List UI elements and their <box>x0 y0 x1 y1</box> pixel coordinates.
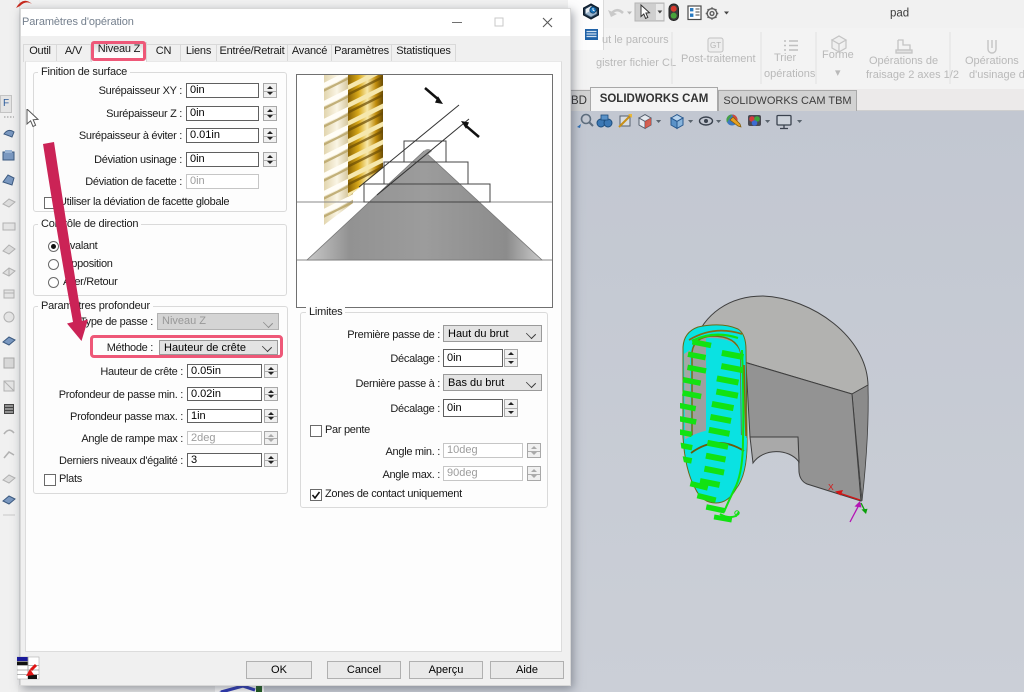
svg-text:GT: GT <box>710 41 721 50</box>
svg-text:X: X <box>828 482 834 492</box>
svg-text:pad: pad <box>890 8 909 20</box>
